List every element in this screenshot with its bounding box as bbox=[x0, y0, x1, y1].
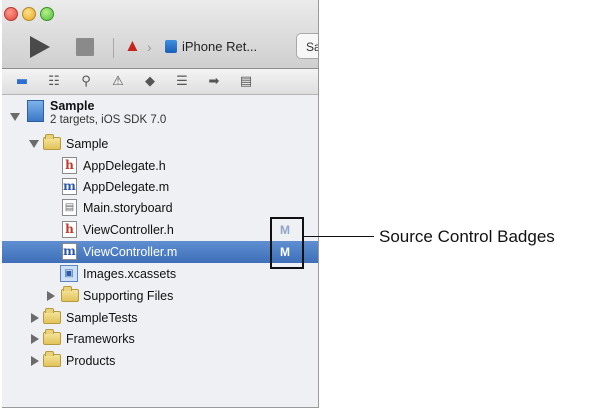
destination-selector[interactable]: iPhone Ret... bbox=[182, 38, 257, 56]
header-file-icon: h bbox=[62, 221, 77, 238]
project-name[interactable]: Sample bbox=[50, 99, 94, 113]
tree-row-supporting-files[interactable]: Supporting Files bbox=[2, 285, 318, 307]
tree-row-sample-group[interactable]: Sample bbox=[2, 133, 318, 155]
run-button[interactable] bbox=[30, 36, 50, 58]
folder-icon bbox=[43, 134, 61, 150]
tree-row-appdelegate-h[interactable]: h AppDelegate.h bbox=[2, 155, 318, 177]
device-icon bbox=[165, 40, 177, 53]
stop-button[interactable] bbox=[76, 38, 94, 56]
implementation-file-icon: m bbox=[62, 178, 77, 195]
find-navigator-icon[interactable]: ⚲ bbox=[78, 74, 94, 90]
folder-icon bbox=[61, 286, 79, 302]
log-navigator-icon[interactable]: ▤ bbox=[238, 74, 254, 90]
scheme-icon[interactable]: ▲ bbox=[124, 36, 141, 56]
tree-row-label: Supporting Files bbox=[83, 289, 174, 303]
project-disclosure-triangle[interactable] bbox=[10, 113, 20, 121]
tree-row-label: ViewController.m bbox=[83, 245, 178, 259]
tree-row-label: AppDelegate.h bbox=[83, 159, 166, 173]
test-navigator-icon[interactable]: ◆ bbox=[142, 74, 158, 90]
project-navigator-icon[interactable]: ▬ bbox=[14, 74, 30, 90]
tree-row-label: AppDelegate.m bbox=[83, 180, 170, 194]
issue-navigator-icon[interactable]: ⚠ bbox=[110, 74, 126, 90]
implementation-file-icon: m bbox=[62, 243, 77, 260]
tree-row-products[interactable]: Products bbox=[2, 350, 318, 372]
disclosure-closed-icon[interactable] bbox=[47, 291, 55, 301]
project-icon bbox=[27, 100, 44, 122]
tree-row-label: Products bbox=[66, 354, 116, 368]
debug-navigator-icon[interactable]: ☰ bbox=[174, 74, 190, 90]
folder-icon bbox=[43, 308, 61, 324]
tree-row-label: ViewController.h bbox=[83, 223, 174, 237]
tree-row-frameworks[interactable]: Frameworks bbox=[2, 328, 318, 350]
tree-row-main-storyboard[interactable]: ▤ Main.storyboard bbox=[2, 197, 318, 219]
folder-icon bbox=[43, 351, 61, 367]
minimize-window-button[interactable] bbox=[22, 7, 36, 21]
navigator-selector-bar: ▬ ☷ ⚲ ⚠ ◆ ☰ ➡ ▤ bbox=[2, 69, 318, 95]
chevron-right-icon: › bbox=[147, 39, 152, 55]
tree-row-label: Frameworks bbox=[66, 332, 135, 346]
tree-row-label: Sample bbox=[66, 137, 109, 151]
symbol-navigator-icon[interactable]: ☷ bbox=[46, 74, 62, 90]
activity-view: Sa bbox=[296, 33, 318, 59]
zoom-window-button[interactable] bbox=[40, 7, 54, 21]
disclosure-closed-icon[interactable] bbox=[31, 334, 39, 344]
tree-row-sampletests[interactable]: SampleTests bbox=[2, 307, 318, 329]
toolbar-divider bbox=[113, 38, 114, 58]
disclosure-open-icon[interactable] bbox=[29, 140, 39, 148]
toolbar: ▲ › iPhone Ret... Sa bbox=[2, 0, 318, 69]
folder-icon bbox=[43, 329, 61, 345]
project-subtitle: 2 targets, iOS SDK 7.0 bbox=[50, 114, 167, 126]
storyboard-file-icon: ▤ bbox=[62, 199, 77, 216]
callout-label: Source Control Badges bbox=[379, 227, 555, 246]
tree-row-appdelegate-m[interactable]: m AppDelegate.m bbox=[2, 176, 318, 198]
tree-row-label: SampleTests bbox=[66, 311, 138, 325]
disclosure-closed-icon[interactable] bbox=[31, 356, 39, 366]
close-window-button[interactable] bbox=[4, 7, 18, 21]
breakpoint-navigator-icon[interactable]: ➡ bbox=[206, 74, 222, 90]
header-file-icon: h bbox=[62, 157, 77, 174]
asset-catalog-icon: ▣ bbox=[60, 265, 78, 282]
callout-leader-line bbox=[304, 236, 374, 237]
disclosure-closed-icon[interactable] bbox=[31, 313, 39, 323]
tree-row-label: Main.storyboard bbox=[83, 201, 173, 215]
tree-row-label: Images.xcassets bbox=[83, 267, 177, 281]
xcode-window: ▲ › iPhone Ret... Sa ▬ ☷ ⚲ ⚠ ◆ ☰ ➡ ▤ Sam… bbox=[2, 0, 319, 408]
badge-highlight-box bbox=[270, 217, 304, 269]
